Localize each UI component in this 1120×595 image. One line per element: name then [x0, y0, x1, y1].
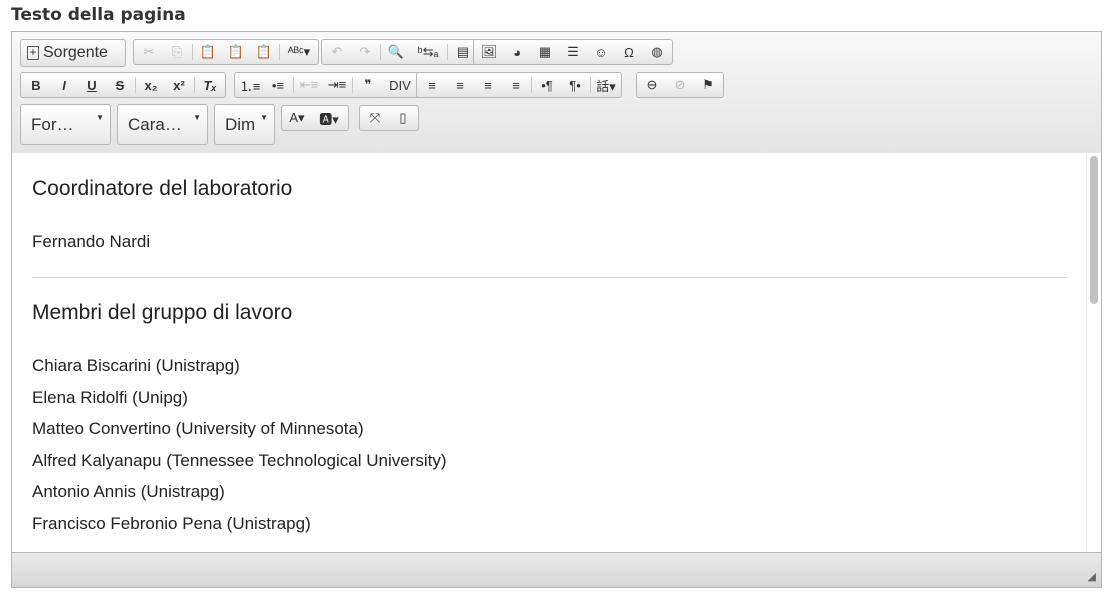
scrollbar[interactable]	[1086, 153, 1101, 554]
show-blocks-icon[interactable]: ▯	[389, 106, 417, 130]
source-button[interactable]: + Sorgente	[20, 39, 126, 67]
unlink-icon[interactable]: ⊘	[666, 73, 694, 97]
link-icon[interactable]: ⊖	[638, 73, 666, 97]
bg-color-icon[interactable]: 🅰▾	[311, 106, 347, 130]
chevron-down-icon: ▼	[96, 113, 104, 122]
editor-content[interactable]: Coordinatore del laboratorio Fernando Na…	[12, 153, 1086, 554]
toolbar-separator	[279, 44, 280, 60]
image-icon[interactable]: 🖼	[475, 40, 503, 64]
toolbar-separator	[531, 77, 532, 93]
resize-handle-icon[interactable]: ◢	[1088, 570, 1096, 583]
undo-icon[interactable]: ↶	[323, 40, 351, 64]
numbered-list-icon[interactable]: ⒈≡	[236, 73, 264, 97]
horizontal-rule-icon[interactable]: ☰	[559, 40, 587, 64]
smiley-icon[interactable]: ☺	[587, 40, 615, 64]
member-item: Chiara Biscarini (Unistrapg)	[32, 356, 240, 375]
indent-icon[interactable]: ⇥≡	[323, 73, 351, 97]
bold-icon[interactable]: B	[22, 73, 50, 97]
maximize-icon[interactable]: ⤧	[361, 106, 389, 130]
member-item: Alfred Kalyanapu (Tennessee Technologica…	[32, 450, 447, 470]
member-item: Elena Ridolfi (Unipg)	[32, 387, 188, 407]
size-combo[interactable]: Dim ▼	[214, 104, 275, 145]
member-item: Francisco Febronio Pena (Unistrapg)	[32, 513, 311, 533]
align-group: ≡ ≡ ≡ ≡ •¶ ¶• 話▾	[416, 72, 622, 98]
toolbar-separator	[194, 77, 195, 93]
spellcheck-icon[interactable]: ᴬᴮᶜ▾	[281, 40, 317, 64]
paste-icon[interactable]: 📋	[194, 40, 222, 64]
tools-group: ⤧ ▯	[359, 105, 419, 131]
coordinator-name: Fernando Nardi	[32, 232, 151, 251]
copy-icon[interactable]: ⎘	[163, 40, 191, 64]
size-combo-value: Dim	[225, 114, 256, 134]
strike-icon[interactable]: S	[106, 73, 134, 97]
insert-group: 🖼 ◕ ▦ ☰ ☺ Ω ◍	[473, 39, 673, 65]
basic-styles-group: B I U Sx₂ x² Tₓ	[20, 72, 226, 98]
justify-icon[interactable]: ≡	[502, 73, 530, 97]
text-color-icon[interactable]: A▾	[283, 106, 311, 130]
subscript-icon[interactable]: x₂	[137, 73, 165, 97]
paste-word-icon[interactable]: 📋	[250, 40, 278, 64]
scrollbar-thumb[interactable]	[1090, 156, 1098, 304]
format-combo-value: For…	[31, 114, 74, 134]
color-group: A▾ 🅰▾	[281, 105, 349, 131]
rtl-icon[interactable]: ¶•	[561, 73, 589, 97]
div-icon[interactable]: DIV	[382, 73, 418, 97]
superscript-icon[interactable]: x²	[165, 73, 193, 97]
edit-group: ↶ ↷ 🔍 ᵇ⇆ₐ ▤	[321, 39, 479, 65]
outdent-icon[interactable]: ⇤≡	[295, 73, 323, 97]
align-right-icon[interactable]: ≡	[474, 73, 502, 97]
rich-text-editor: + Sorgente ✂ ⎘ 📋 📋 📋 ᴬᴮᶜ▾ ↶ ↷ 🔍 ᵇ⇆ₐ ▤ 🖼 ◕ ▦ ☰ ☺ Ω ◍ BIU…	[11, 31, 1102, 588]
italic-icon[interactable]: I	[50, 73, 78, 97]
align-left-icon[interactable]: ≡	[418, 73, 446, 97]
toolbar-separator	[590, 77, 591, 93]
font-combo-value: Cara…	[128, 114, 182, 134]
toolbar-separator	[447, 44, 448, 60]
toolbar-separator	[352, 77, 353, 93]
link-group: ⊖ ⊘ ⚑	[636, 72, 724, 98]
bulleted-list-icon[interactable]: •≡	[264, 73, 292, 97]
format-combo[interactable]: For… ▼	[20, 104, 111, 145]
heading-members: Membri del gruppo di lavoro	[32, 301, 293, 324]
redo-icon[interactable]: ↷	[351, 40, 379, 64]
toolbar-separator	[293, 77, 294, 93]
iframe-icon[interactable]: ◍	[643, 40, 671, 64]
ltr-icon[interactable]: •¶	[533, 73, 561, 97]
paste-text-icon[interactable]: 📋	[222, 40, 250, 64]
member-item: Matteo Convertino (University of Minneso…	[32, 419, 364, 438]
find-icon[interactable]: 🔍	[382, 40, 410, 64]
editor-statusbar: ◢	[12, 552, 1101, 587]
remove-format-icon[interactable]: Tₓ	[196, 73, 224, 97]
chevron-down-icon: ▼	[193, 113, 201, 122]
toolbar-separator	[380, 44, 381, 60]
cut-icon[interactable]: ✂	[135, 40, 163, 64]
align-center-icon[interactable]: ≡	[446, 73, 474, 97]
list-group: ⒈≡ •≡ ⇤≡ ⇥≡ ❞ DIV	[234, 72, 420, 98]
source-icon: +	[27, 46, 39, 60]
source-button-label: Sorgente	[43, 44, 108, 61]
flash-icon[interactable]: ◕	[503, 40, 531, 64]
blockquote-icon[interactable]: ❞	[354, 73, 382, 97]
heading-coordinator: Coordinatore del laboratorio	[32, 177, 293, 200]
underline-icon[interactable]: U	[78, 73, 106, 97]
clipboard-group: ✂ ⎘ 📋 📋 📋 ᴬᴮᶜ▾	[133, 39, 319, 65]
field-label: Testo della pagina	[11, 5, 186, 25]
special-char-icon[interactable]: Ω	[615, 40, 643, 64]
anchor-icon[interactable]: ⚑	[694, 73, 722, 97]
editor-toolbar: + Sorgente ✂ ⎘ 📋 📋 📋 ᴬᴮᶜ▾ ↶ ↷ 🔍 ᵇ⇆ₐ ▤ 🖼 ◕ ▦ ☰ ☺ Ω ◍ BIU…	[12, 32, 1101, 154]
replace-icon[interactable]: ᵇ⇆ₐ	[410, 40, 446, 64]
toolbar-separator	[135, 77, 136, 93]
divider	[32, 277, 1067, 278]
toolbar-separator	[192, 44, 193, 60]
chevron-down-icon: ▼	[260, 113, 268, 122]
font-combo[interactable]: Cara… ▼	[117, 104, 208, 145]
member-item: Antonio Annis (Unistrapg)	[32, 482, 225, 501]
language-icon[interactable]: 話▾	[592, 73, 620, 97]
table-icon[interactable]: ▦	[531, 40, 559, 64]
